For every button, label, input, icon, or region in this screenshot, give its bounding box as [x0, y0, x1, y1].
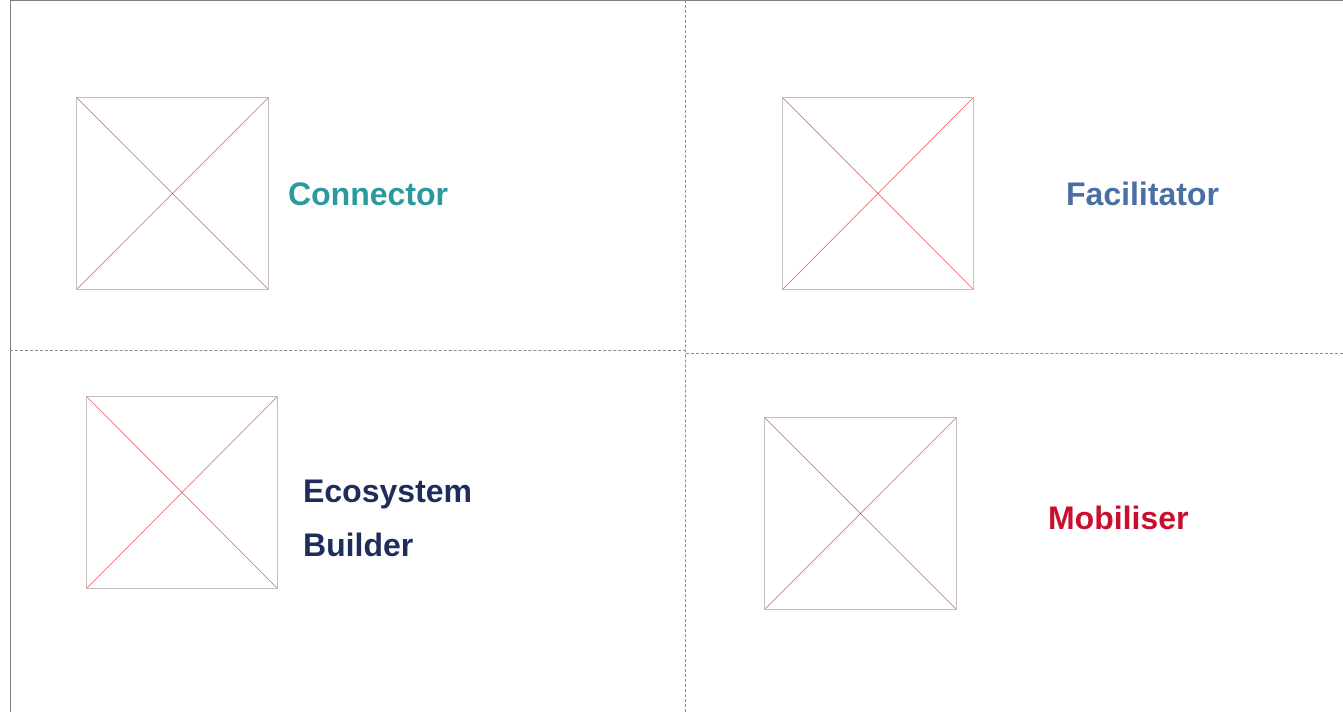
- connector-label: Connector: [288, 172, 448, 216]
- image-placeholder-icon: [764, 417, 957, 610]
- horizontal-divider-left: [10, 350, 686, 351]
- facilitator-label: Facilitator: [1066, 172, 1219, 216]
- vertical-divider: [685, 0, 686, 712]
- image-placeholder-icon: [86, 396, 278, 589]
- ecosystem-builder-label-line-1: Ecosystem: [303, 473, 472, 509]
- mobiliser-label-line: Mobiliser: [1048, 500, 1189, 536]
- horizontal-divider-right: [686, 353, 1343, 354]
- ecosystem-builder-label-line-2: Builder: [303, 527, 414, 563]
- connector-label-line: Connector: [288, 176, 448, 212]
- facilitator-label-line: Facilitator: [1066, 176, 1219, 212]
- ecosystem-builder-label: Ecosystem Builder: [303, 464, 472, 572]
- image-placeholder-icon: [782, 97, 974, 290]
- image-placeholder-icon: [76, 97, 269, 290]
- mobiliser-label: Mobiliser: [1048, 496, 1188, 540]
